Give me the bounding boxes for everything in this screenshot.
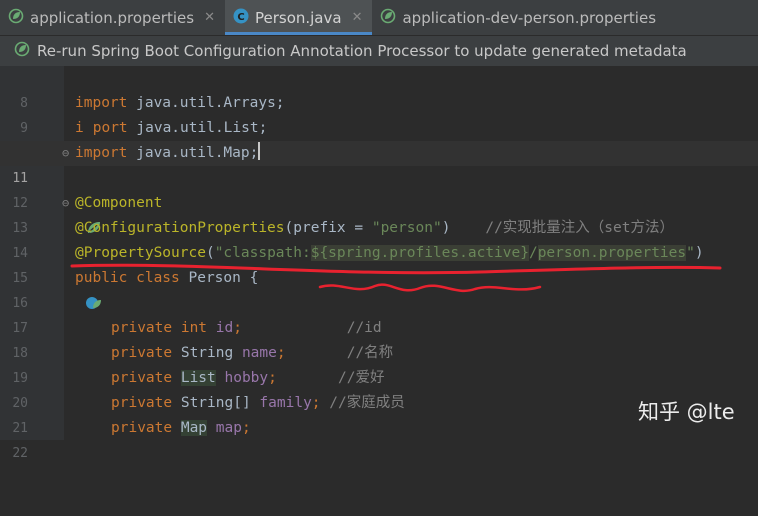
code-line: 10 iport java.util.List; (0, 116, 758, 162)
code-text: private int id; //id (111, 320, 382, 336)
keyword: import (75, 95, 128, 111)
field-name: name (233, 345, 277, 361)
code-text: @PropertySource("classpath:${spring.prof… (75, 245, 704, 261)
comment: //爱好 (276, 370, 385, 386)
tab-label: Person.java (254, 8, 342, 27)
annotation: @Component (75, 195, 163, 211)
tab-application-properties[interactable]: application.properties ✕ (0, 0, 225, 35)
type-name: String[] (172, 395, 251, 411)
tab-label: application-dev-person.properties (402, 8, 657, 27)
code-text: private Map map; (111, 420, 251, 436)
spring-leaf-icon (8, 8, 24, 28)
keyword: private (111, 345, 173, 361)
code-rest: Person { (179, 270, 259, 286)
code-line: 14 @ConfigurationProperties(prefix = "pe… (0, 216, 758, 261)
code-text: @Component (75, 191, 162, 216)
svg-text:C: C (237, 12, 244, 23)
keyword: private (111, 370, 173, 386)
fold-start-icon[interactable]: ⊖ (62, 191, 69, 216)
code-line: 20 private List hobby; //爱好 (0, 366, 758, 411)
line-number: 22 (12, 446, 28, 461)
code-line: 18 private int id; //id (0, 316, 758, 361)
code-rest: java.util.Map; (127, 145, 259, 161)
string-literal: "person" (371, 220, 442, 236)
spring-leaf-icon (380, 8, 396, 28)
code-rest: java.util.Arrays; (127, 95, 285, 111)
code-text: private String[] family; //家庭成员 (111, 395, 405, 411)
editor-tab-bar: application.properties ✕ C Person.java ✕… (0, 0, 758, 36)
comment: //名称 (285, 345, 394, 361)
type-name: List (180, 370, 216, 386)
code-line: 9 import java.util.Arrays; (0, 91, 758, 136)
comment: //id (241, 320, 382, 336)
tab-label: application.properties (30, 8, 195, 27)
type-name: Map (180, 420, 208, 436)
param-name: prefix (293, 220, 346, 236)
field-name: family (250, 395, 312, 411)
zhihu-watermark: 知乎 @lte (638, 400, 735, 424)
type-name: String (172, 345, 234, 361)
fold-end-icon[interactable]: ⊖ (62, 141, 69, 166)
text-caret (258, 142, 261, 160)
keyword: public class (75, 270, 180, 286)
code-line: 16 public class Person { (0, 266, 758, 311)
code-line: 13 ⊖ @Component (0, 191, 758, 236)
code-text: private String name; //名称 (111, 345, 394, 361)
keyword: import (75, 145, 128, 161)
code-text: import java.util.Arrays; (75, 91, 285, 116)
code-line: 15 @PropertySource("classpath:${spring.p… (0, 241, 758, 286)
comment: //实现批量注入（set方法） (450, 220, 674, 236)
code-line: 12 (0, 166, 758, 211)
comment: //家庭成员 (320, 395, 405, 411)
class-c-icon: C (233, 8, 249, 28)
code-text: @ConfigurationProperties(prefix = "perso… (75, 220, 674, 236)
field-name: hobby (215, 370, 269, 386)
notice-text: Re-run Spring Boot Configuration Annotat… (37, 42, 687, 60)
close-icon[interactable]: ✕ (204, 10, 215, 25)
close-icon[interactable]: ✕ (352, 10, 363, 25)
field-name: id (207, 320, 234, 336)
code-line-current: 11 ⊖ import java.util.Map; (0, 141, 758, 186)
annotation: @PropertySource (75, 245, 206, 261)
annotation-processor-notice[interactable]: Re-run Spring Boot Configuration Annotat… (0, 36, 758, 66)
annotation: @ConfigurationProperties (75, 220, 285, 236)
keyword: private int (111, 320, 208, 336)
keyword: private (111, 420, 173, 436)
keyword: private (111, 395, 173, 411)
code-editor[interactable]: 8 9 import java.util.Arrays; 10 iport ja… (0, 66, 758, 461)
spring-leaf-icon (14, 41, 30, 61)
tab-application-dev-person-properties[interactable]: application-dev-person.properties (372, 0, 666, 35)
code-line: 8 (0, 66, 758, 111)
string-literal: "classpath:${spring.profiles.active}/per… (214, 245, 695, 261)
code-text: public class Person { (75, 266, 258, 291)
code-text: import java.util.Map; (75, 141, 261, 166)
code-line: 19 private String name; //名称 (0, 341, 758, 386)
code-text: private List hobby; //爱好 (111, 370, 385, 386)
tab-person-java[interactable]: C Person.java ✕ (224, 0, 373, 35)
field-name: map (207, 420, 242, 436)
code-line: 17 (0, 291, 758, 336)
